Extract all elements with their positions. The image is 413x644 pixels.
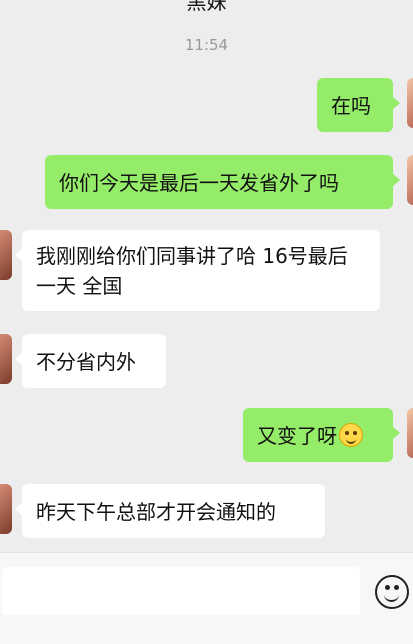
message-bubble[interactable]: 不分省内外: [15, 334, 166, 388]
avatar[interactable]: [0, 334, 12, 384]
message-text: 不分省内外: [36, 350, 136, 374]
message-text: 在吗: [331, 94, 371, 118]
message-bubble[interactable]: 昨天下午总部才开会通知的: [15, 484, 325, 538]
message-bubble[interactable]: 在吗: [317, 78, 400, 132]
message-text: 我刚刚给你们同事讲了哈 16号最后一天 全国: [36, 244, 348, 298]
message-bubble[interactable]: 你们今天是最后一天发省外了吗: [45, 155, 400, 209]
grinning-face-icon: [339, 423, 363, 447]
message-input[interactable]: [2, 567, 360, 615]
chat-area[interactable]: 11:54 在吗 你们今天是最后一天发省外了吗 我刚刚给你们同事讲了哈 16号最…: [0, 22, 413, 552]
input-bar: [0, 552, 413, 644]
avatar[interactable]: [407, 408, 413, 458]
avatar[interactable]: [0, 484, 12, 534]
message-text: 又变了呀: [257, 424, 337, 448]
message-bubble[interactable]: 又变了呀: [243, 408, 400, 462]
avatar[interactable]: [407, 155, 413, 205]
title-bar: 黑妹: [0, 0, 413, 22]
message-text: 昨天下午总部才开会通知的: [36, 500, 276, 524]
message-text: 你们今天是最后一天发省外了吗: [59, 171, 339, 195]
message-bubble[interactable]: 我刚刚给你们同事讲了哈 16号最后一天 全国: [15, 230, 380, 311]
timestamp: 11:54: [184, 36, 229, 54]
smiley-icon[interactable]: [375, 575, 409, 609]
avatar[interactable]: [0, 230, 12, 280]
chat-title: 黑妹: [186, 0, 227, 14]
avatar[interactable]: [407, 78, 413, 128]
